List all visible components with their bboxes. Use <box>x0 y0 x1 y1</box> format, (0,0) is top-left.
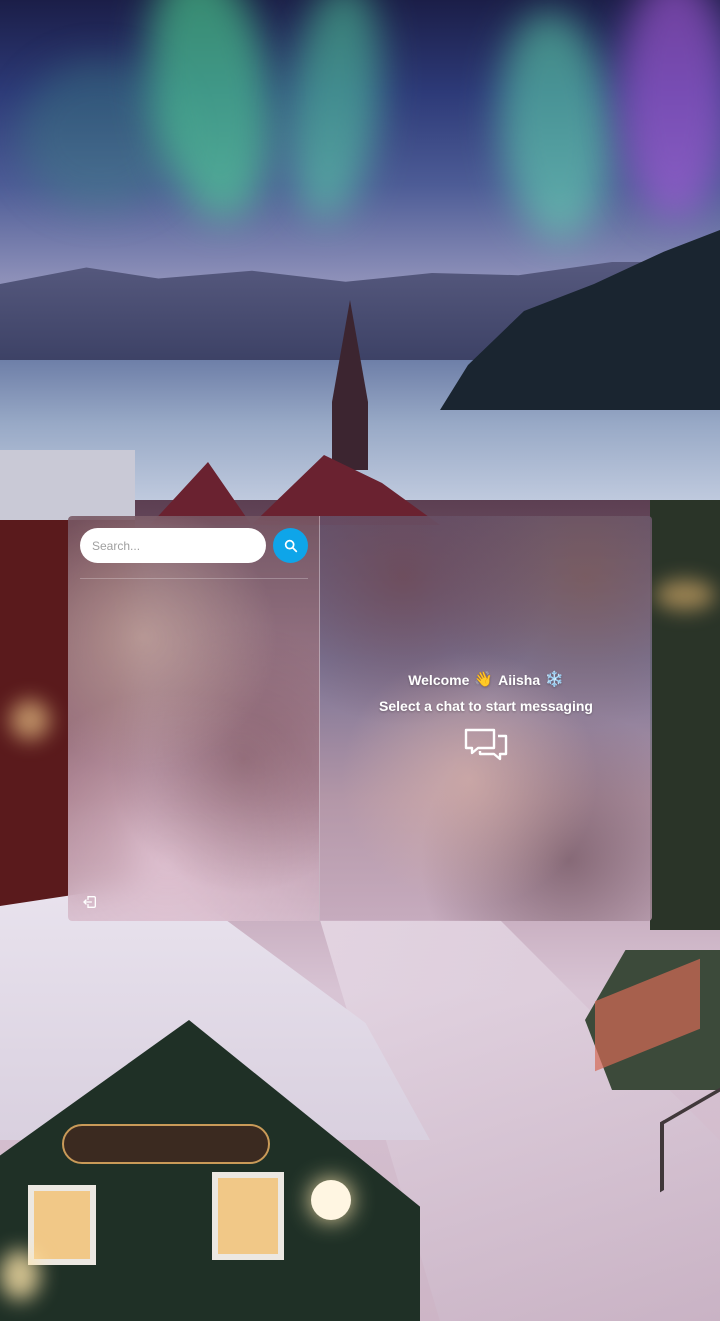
search-form <box>80 528 308 563</box>
logout-button[interactable] <box>80 892 100 912</box>
search-icon <box>284 539 297 552</box>
light-glow <box>10 700 50 740</box>
cottage-sign <box>62 1124 270 1164</box>
logout-icon <box>83 896 96 908</box>
empty-state-subtitle: Select a chat to start messaging <box>379 698 593 714</box>
cottage-window <box>212 1172 284 1260</box>
chat-area: Welcome 👋 Aiisha ❄️ Select a chat to sta… <box>320 516 652 921</box>
welcome-prefix: Welcome <box>408 672 470 688</box>
street-lamp <box>311 1180 351 1220</box>
chat-panel: Welcome 👋 Aiisha ❄️ Select a chat to sta… <box>68 516 652 921</box>
sidebar-backdrop <box>68 516 319 921</box>
light-glow <box>0 1250 40 1300</box>
snowflake-emoji: ❄️ <box>545 671 564 688</box>
sidebar <box>68 516 320 921</box>
wave-emoji: 👋 <box>474 671 494 688</box>
search-button[interactable] <box>273 528 308 563</box>
welcome-message: Welcome 👋 Aiisha ❄️ <box>408 670 564 690</box>
light-glow <box>655 580 715 610</box>
divider <box>80 578 308 579</box>
green-house <box>650 500 720 930</box>
cottage-window <box>28 1185 96 1265</box>
red-house-roof <box>0 450 135 520</box>
chat-bubbles-icon <box>464 728 508 761</box>
search-input[interactable] <box>80 528 266 563</box>
empty-state: Welcome 👋 Aiisha ❄️ Select a chat to sta… <box>320 670 652 766</box>
user-name: Aiisha <box>498 672 541 688</box>
